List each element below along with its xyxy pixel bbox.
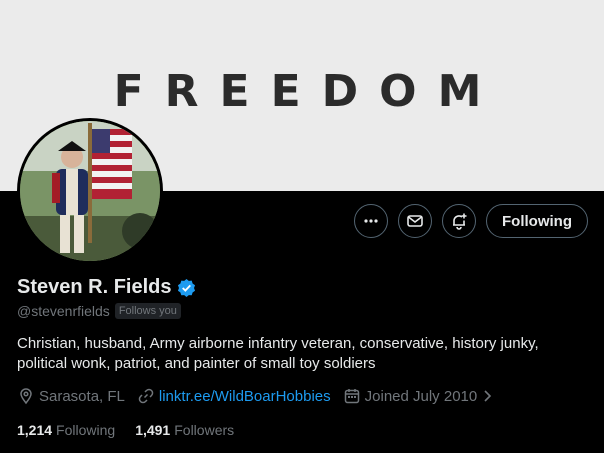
profile-handle-row: @stevenrfields Follows you <box>17 303 181 319</box>
notify-button[interactable] <box>442 204 477 238</box>
following-stat[interactable]: 1,214 Following <box>17 422 115 438</box>
calendar-icon <box>344 389 359 404</box>
bio: Christian, husband, Army airborne infant… <box>17 335 539 372</box>
location-pin-icon <box>20 388 32 405</box>
joined-text: Joined July 2010 <box>364 387 478 405</box>
following-count: 1,214 <box>17 422 53 438</box>
location-text: Sarasota, FL <box>39 387 125 405</box>
following-label: Following <box>56 422 116 438</box>
chevron-right-icon <box>484 390 492 402</box>
joined-date[interactable]: Joined July 2010 <box>343 387 494 405</box>
profile-actions: Following <box>354 204 588 238</box>
bell-plus-icon <box>453 213 467 230</box>
display-name: Steven R. Fields <box>17 276 172 298</box>
avatar[interactable] <box>17 118 163 264</box>
link-icon <box>138 388 154 404</box>
envelope-icon <box>407 215 423 227</box>
follows-you-badge: Follows you <box>114 303 181 319</box>
follow-stats: 1,214 Following 1,491 Followers <box>17 422 234 438</box>
verified-badge-icon[interactable] <box>177 278 196 297</box>
banner-text: FREEDOM <box>113 66 503 117</box>
followers-count: 1,491 <box>135 422 171 438</box>
following-button[interactable]: Following <box>486 204 588 238</box>
website: linktr.ee/WildBoarHobbies <box>137 387 331 405</box>
followers-stat[interactable]: 1,491 Followers <box>135 422 234 438</box>
followers-label: Followers <box>174 422 235 438</box>
profile-meta: Sarasota, FL linktr.ee/WildBoarHobbies J… <box>17 387 493 405</box>
more-icon <box>364 219 378 223</box>
message-button[interactable] <box>398 204 433 238</box>
profile-name-row: Steven R. Fields <box>17 276 196 299</box>
location: Sarasota, FL <box>17 387 125 405</box>
more-button[interactable] <box>354 204 389 238</box>
website-link[interactable]: linktr.ee/WildBoarHobbies <box>159 388 331 405</box>
handle: @stevenrfields <box>17 303 110 319</box>
avatar-photo <box>20 121 160 261</box>
